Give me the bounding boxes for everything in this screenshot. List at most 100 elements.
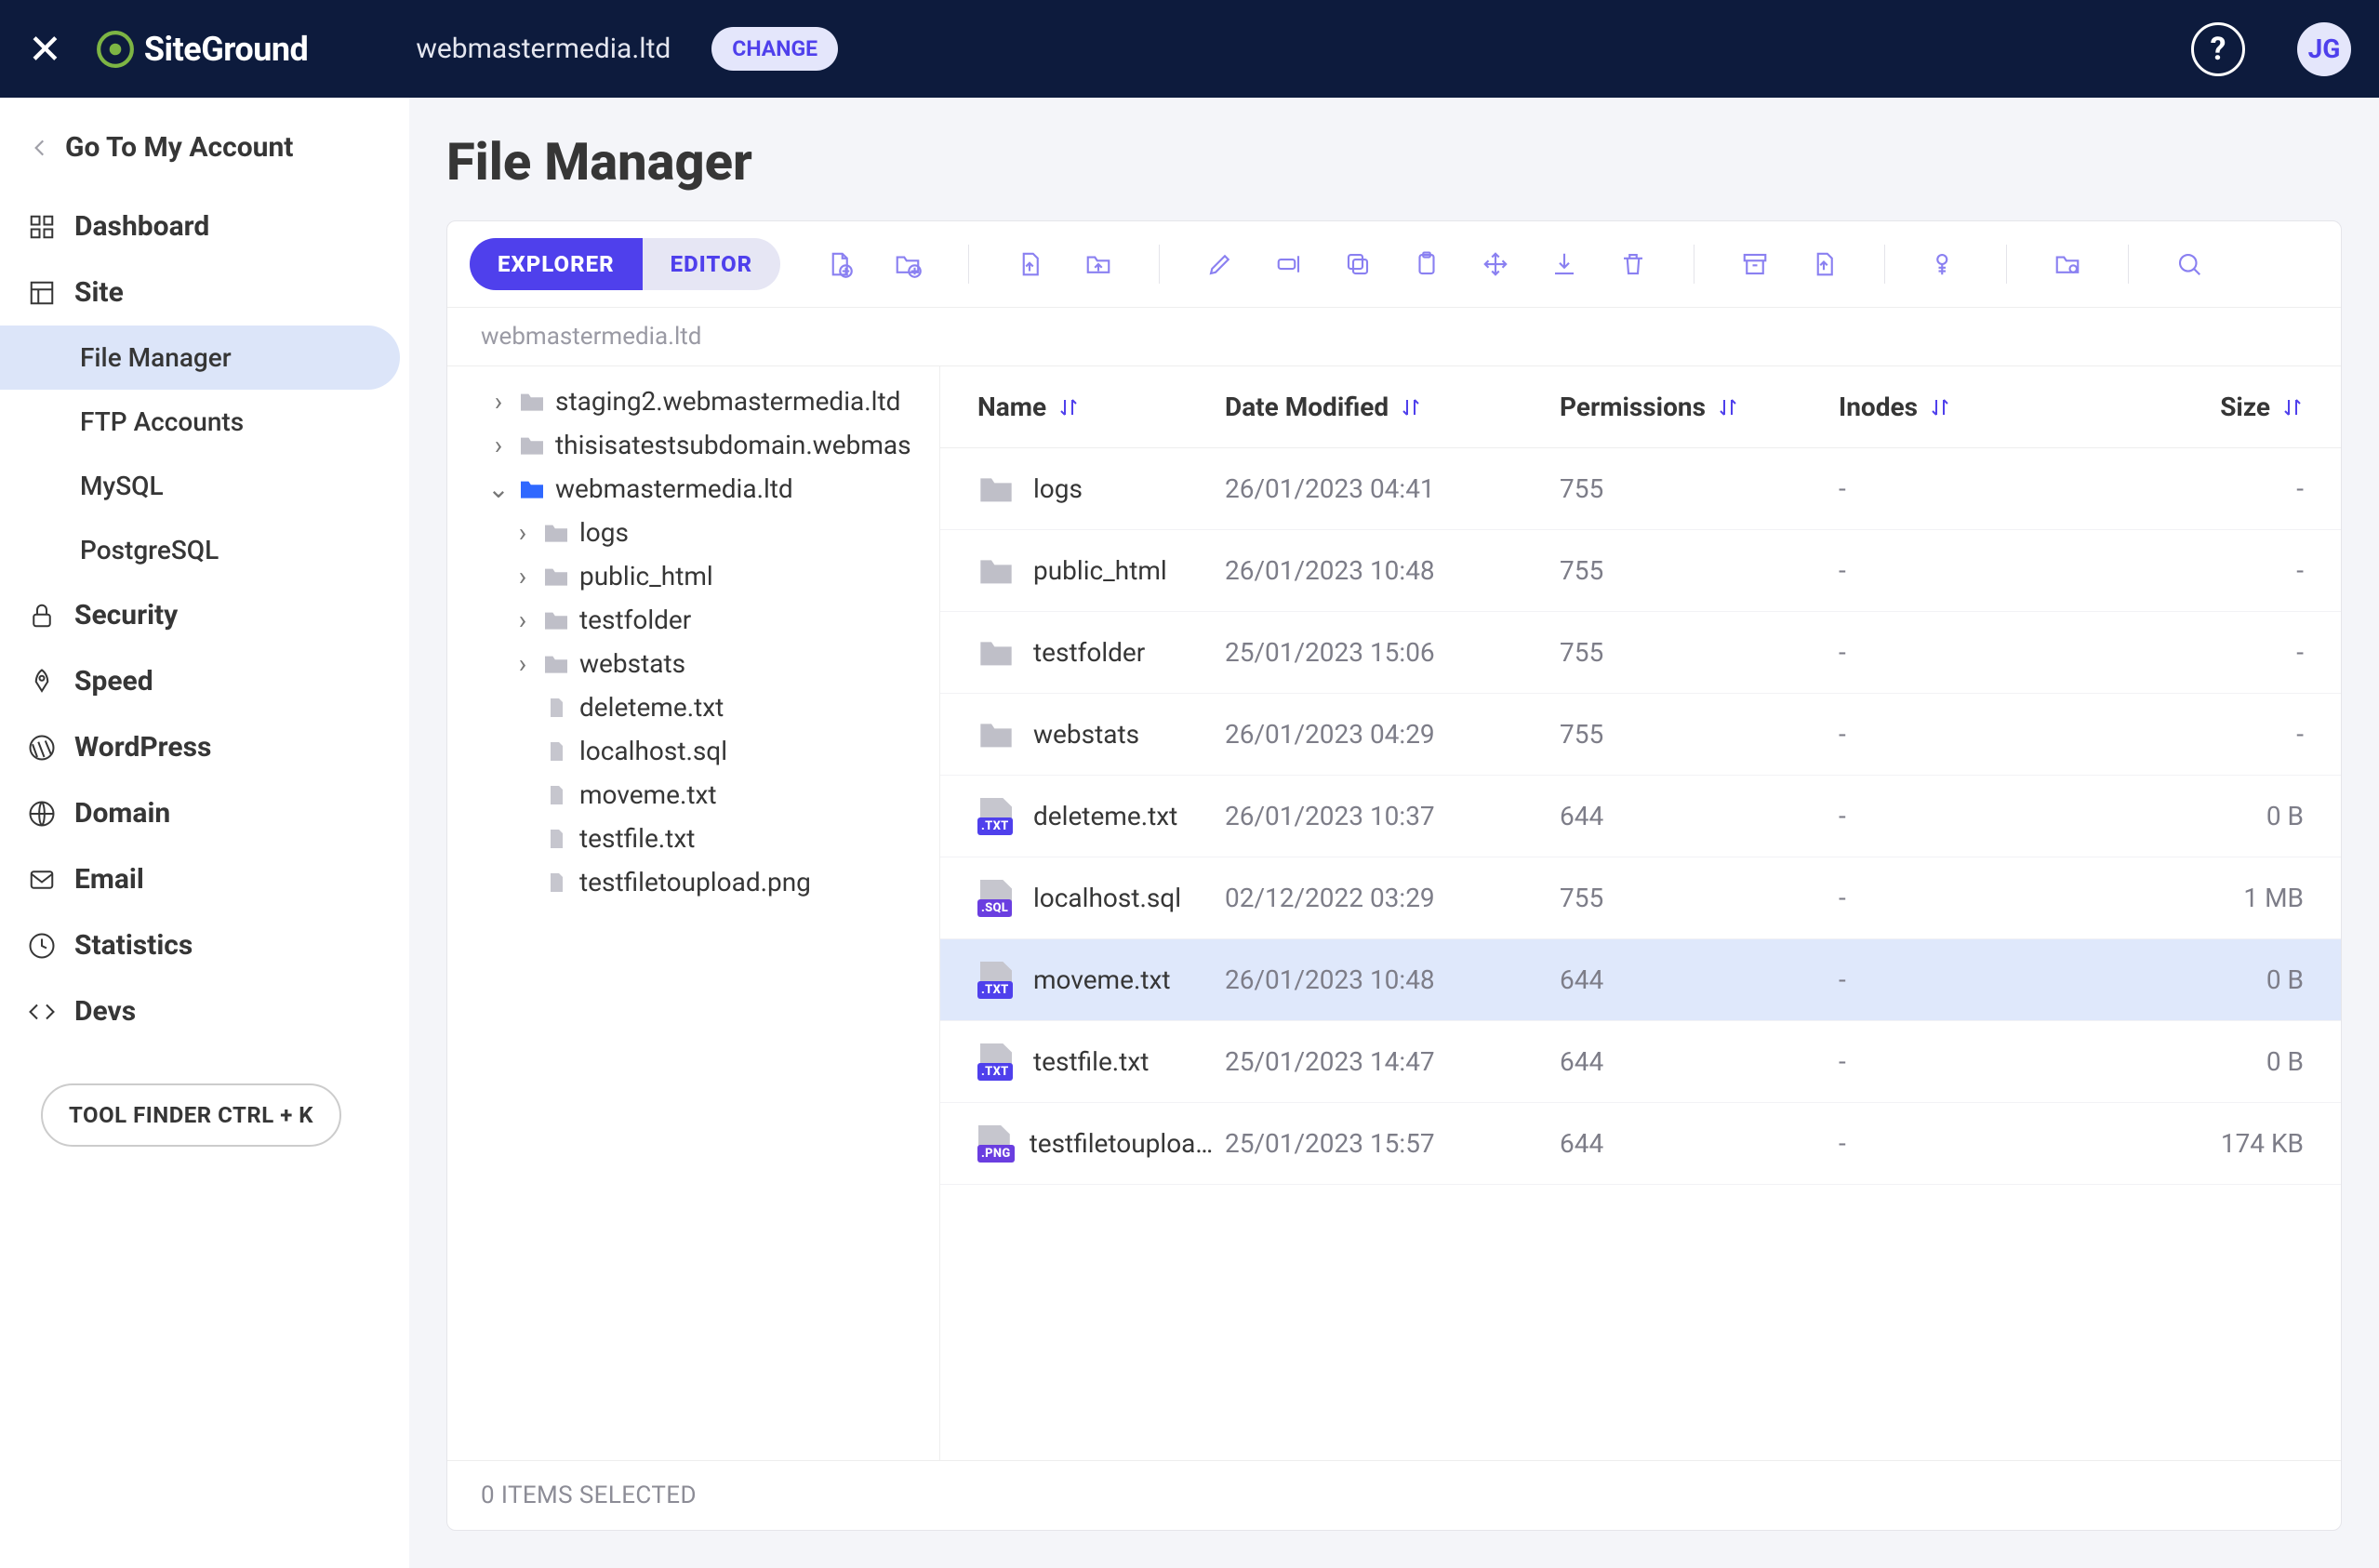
tree-node[interactable]: moveme.txt xyxy=(447,773,932,817)
chevron-icon: › xyxy=(512,648,533,679)
tree-node[interactable]: ⌄webmastermedia.ltd xyxy=(447,467,932,511)
breadcrumb[interactable]: webmastermedia.ltd xyxy=(447,308,2341,366)
table-row[interactable]: testfolder 25/01/2023 15:06 755 - - xyxy=(940,612,2341,694)
tree-node[interactable]: ›testfolder xyxy=(447,598,932,642)
sort-icon xyxy=(1400,396,1422,419)
sidebar: Go To My Account DashboardSiteFile Manag… xyxy=(0,98,409,1568)
logo-icon xyxy=(96,30,135,69)
file-list: Name Date Modified Permissions Inodes Si… xyxy=(940,366,2341,1460)
sort-icon xyxy=(1929,396,1951,419)
sidebar-item-ftp[interactable]: FTP Accounts xyxy=(0,390,409,454)
tree-node[interactable]: testfiletoupload.png xyxy=(447,860,932,904)
table-row[interactable]: webstats 26/01/2023 04:29 755 - - xyxy=(940,694,2341,776)
edit-icon[interactable] xyxy=(1204,248,1236,280)
settings-icon[interactable] xyxy=(2052,248,2083,280)
sidebar-item-speed[interactable]: Speed xyxy=(0,648,409,714)
table-row[interactable]: .TXTtestfile.txt 25/01/2023 14:47 644 - … xyxy=(940,1021,2341,1103)
file-icon: .SQL xyxy=(977,880,1015,917)
chevron-icon: › xyxy=(512,517,533,548)
tree-node[interactable]: deleteme.txt xyxy=(447,685,932,729)
paste-icon[interactable] xyxy=(1411,248,1442,280)
segment-explorer[interactable]: EXPLORER xyxy=(470,238,643,290)
col-perm[interactable]: Permissions xyxy=(1560,392,1839,422)
code-icon xyxy=(28,998,56,1026)
sidebar-item-domain[interactable]: Domain xyxy=(0,780,409,846)
tree-node[interactable]: ›thisisatestsubdomain.webmas xyxy=(447,423,932,467)
lock-icon xyxy=(28,602,56,630)
status-bar: 0 ITEMS SELECTED xyxy=(447,1460,2341,1530)
table-row[interactable]: .SQLlocalhost.sql 02/12/2022 03:29 755 -… xyxy=(940,857,2341,939)
table-row[interactable]: logs 26/01/2023 04:41 755 - - xyxy=(940,448,2341,530)
back-link[interactable]: Go To My Account xyxy=(0,114,409,193)
upload-folder-icon[interactable] xyxy=(1083,248,1114,280)
back-label: Go To My Account xyxy=(65,131,293,164)
sidebar-item-security[interactable]: Security xyxy=(0,582,409,648)
move-icon[interactable] xyxy=(1480,248,1511,280)
tool-finder-button[interactable]: TOOL FINDER CTRL + K xyxy=(41,1083,341,1147)
chevron-icon: › xyxy=(512,561,533,591)
new-file-plus-icon[interactable] xyxy=(823,248,855,280)
sort-icon xyxy=(2281,396,2304,419)
sidebar-item-statistics[interactable]: Statistics xyxy=(0,912,409,978)
layout-icon xyxy=(28,279,56,307)
upload-file-icon[interactable] xyxy=(1014,248,1045,280)
tree-node[interactable]: ›webstats xyxy=(447,642,932,685)
explorer-editor-segment: EXPLORER EDITOR xyxy=(470,238,780,290)
mail-icon xyxy=(28,866,56,894)
page-title: File Manager xyxy=(446,131,2342,193)
file-icon: .TXT xyxy=(977,1043,1015,1081)
col-size[interactable]: Size xyxy=(2099,392,2304,422)
tree-node[interactable]: ›staging2.webmastermedia.ltd xyxy=(447,379,932,423)
search-icon[interactable] xyxy=(2173,248,2205,280)
sidebar-item-dashboard[interactable]: Dashboard xyxy=(0,193,409,259)
sidebar-item-mysql[interactable]: MySQL xyxy=(0,454,409,518)
toolbar: EXPLORER EDITOR xyxy=(447,221,2341,308)
table-row[interactable]: public_html 26/01/2023 10:48 755 - - xyxy=(940,530,2341,612)
archive-icon[interactable] xyxy=(1739,248,1771,280)
download-icon[interactable] xyxy=(1548,248,1580,280)
folder-icon xyxy=(977,637,1015,669)
grid-icon xyxy=(28,213,56,241)
file-icon: .TXT xyxy=(977,798,1015,835)
sidebar-item-file-manager[interactable]: File Manager xyxy=(0,326,400,390)
file-manager-panel: EXPLORER EDITOR webmastermedia.ltd ›stag… xyxy=(446,220,2342,1531)
rename-icon[interactable] xyxy=(1273,248,1305,280)
change-button[interactable]: CHANGE xyxy=(711,27,838,71)
delete-icon[interactable] xyxy=(1617,248,1649,280)
sidebar-item-site[interactable]: Site xyxy=(0,259,409,326)
chevron-icon: › xyxy=(488,386,509,417)
logo-text: SiteGround xyxy=(144,30,308,69)
folder-icon xyxy=(977,719,1015,751)
new-folder-plus-icon[interactable] xyxy=(892,248,924,280)
extract-icon[interactable] xyxy=(1808,248,1840,280)
permissions-icon[interactable] xyxy=(1930,248,1961,280)
sidebar-item-devs[interactable]: Devs xyxy=(0,978,409,1044)
sidebar-item-postgres[interactable]: PostgreSQL xyxy=(0,518,409,582)
list-header: Name Date Modified Permissions Inodes Si… xyxy=(940,366,2341,448)
segment-editor[interactable]: EDITOR xyxy=(643,238,781,290)
close-icon[interactable]: ✕ xyxy=(28,29,62,70)
tree-node[interactable]: ›public_html xyxy=(447,554,932,598)
table-row[interactable]: .TXTdeleteme.txt 26/01/2023 10:37 644 - … xyxy=(940,776,2341,857)
sidebar-item-wordpress[interactable]: WordPress xyxy=(0,714,409,780)
sort-icon xyxy=(1717,396,1739,419)
col-inodes[interactable]: Inodes xyxy=(1839,392,2099,422)
sort-icon xyxy=(1057,396,1080,419)
rocket-icon xyxy=(28,668,56,696)
copy-icon[interactable] xyxy=(1342,248,1374,280)
tree-node[interactable]: ›logs xyxy=(447,511,932,554)
header-domain: webmastermedia.ltd xyxy=(416,33,671,65)
file-icon: .PNG xyxy=(977,1125,1011,1163)
logo[interactable]: SiteGround xyxy=(96,30,308,69)
tree-node[interactable]: testfile.txt xyxy=(447,817,932,860)
sidebar-item-email[interactable]: Email xyxy=(0,846,409,912)
table-row[interactable]: .PNGtestfiletoupload.p… 25/01/2023 15:57… xyxy=(940,1103,2341,1185)
workspace: ›staging2.webmastermedia.ltd›thisisatest… xyxy=(447,366,2341,1460)
help-icon[interactable]: ? xyxy=(2191,22,2245,76)
table-row[interactable]: .TXTmoveme.txt 26/01/2023 10:48 644 - 0 … xyxy=(940,939,2341,1021)
clock-icon xyxy=(28,932,56,960)
col-date[interactable]: Date Modified xyxy=(1225,392,1560,422)
col-name[interactable]: Name xyxy=(977,392,1225,422)
avatar[interactable]: JG xyxy=(2297,22,2351,76)
tree-node[interactable]: localhost.sql xyxy=(447,729,932,773)
